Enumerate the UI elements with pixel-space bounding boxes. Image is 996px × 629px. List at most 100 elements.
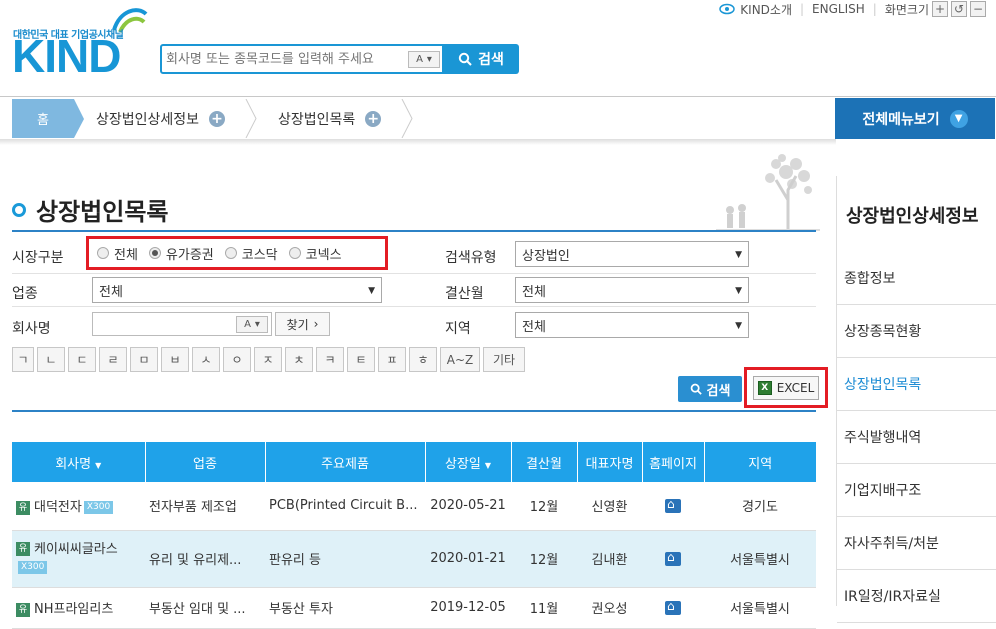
zoom-in-button[interactable]: + (932, 1, 948, 17)
plus-icon[interactable]: + (209, 110, 226, 127)
initial-filter-button[interactable]: ㅋ (316, 347, 344, 372)
initial-filter-button[interactable]: ㅊ (285, 347, 313, 372)
x300-badge: X300 (18, 560, 48, 574)
initial-filter-button[interactable]: ㄱ (12, 347, 34, 372)
company-name-label: 회사명 (12, 321, 51, 337)
breadcrumb-separator-icon (401, 99, 413, 138)
search-type-select[interactable]: 상장법인 ▼ (515, 241, 749, 267)
zoom-reset-button[interactable]: ↺ (951, 1, 967, 17)
company-name-link[interactable]: 케이씨씨글라스 (34, 542, 118, 557)
initial-filter-button[interactable]: ㅎ (409, 347, 437, 372)
col-region: 지역 (704, 442, 816, 482)
company-name-cell[interactable]: 유 대덕전자 X300 (12, 482, 145, 531)
col-company[interactable]: 회사명 ▼ (12, 442, 146, 482)
excel-download-button[interactable]: X EXCEL (753, 376, 819, 400)
chevron-down-icon: ▼ (949, 109, 968, 128)
homepage-cell (642, 482, 704, 531)
initial-filter-button[interactable]: ㄹ (99, 347, 127, 372)
breadcrumb-home[interactable]: 홈 (12, 99, 84, 138)
radio-icon[interactable] (97, 247, 109, 259)
initial-filter-button[interactable]: ㄴ (37, 347, 65, 372)
table-row[interactable]: 유 대덕전자 X300 전자부품 제조업 PCB(Printed Circuit B..… (12, 482, 816, 531)
sidebar-item[interactable]: 자사주취득/처분 (837, 517, 996, 570)
header-search-button[interactable]: 검색 (443, 44, 519, 74)
breadcrumb-item-detail[interactable]: 상장법인상세정보 + (96, 99, 226, 138)
market-radio-konex[interactable]: 코넥스 (288, 244, 342, 263)
zoom-out-button[interactable]: − (970, 1, 986, 17)
initial-filter-button[interactable]: ㅇ (223, 347, 251, 372)
home-icon[interactable] (665, 497, 681, 513)
kind-eye-icon (719, 3, 736, 15)
market-radio-kosdaq[interactable]: 코스닥 (224, 244, 278, 263)
home-icon[interactable] (665, 550, 681, 566)
market-radio-kospi[interactable]: 유가증권 (148, 244, 214, 263)
initial-filter-button[interactable]: ㅂ (161, 347, 189, 372)
find-button[interactable]: 찾기 › (275, 312, 330, 336)
initial-filter-button[interactable]: ㅅ (192, 347, 220, 372)
region-label: 지역 (445, 321, 471, 337)
fiscal-month-label: 결산월 (445, 286, 484, 302)
sidebar-item[interactable]: 주식발행내역 (837, 411, 996, 464)
home-icon[interactable] (665, 599, 681, 615)
about-link[interactable]: KIND소개 (740, 1, 792, 18)
fiscal-month-cell: 12월 (511, 482, 577, 531)
kospi-badge: 유 (16, 602, 30, 617)
market-radio-all[interactable]: 전체 (97, 244, 138, 263)
table-row[interactable]: 유 케이씨씨글라스 X300 유리 및 유리제... 판유리 등 2020-01-21 12… (12, 530, 816, 588)
form-bottom-line (12, 410, 816, 412)
title-bullet-icon (12, 202, 26, 217)
logo[interactable]: KIND (12, 33, 121, 79)
breadcrumb-item-list[interactable]: 상장법인목록 + (278, 99, 382, 138)
col-fiscal-month: 결산월 (511, 442, 578, 482)
search-button[interactable]: 검색 (678, 376, 742, 402)
company-name-input[interactable]: A ▾ (92, 312, 272, 336)
company-name-cell[interactable]: 유 NH프라임리츠 (12, 587, 145, 629)
header-search-a-toggle[interactable]: A ▾ (408, 51, 440, 68)
kospi-badge: 유 (16, 542, 30, 556)
region-cell: 경기도 (704, 482, 816, 531)
col-listing-date[interactable]: 상장일 ▼ (425, 442, 512, 482)
sidebar-item[interactable]: 상장법인목록 (837, 358, 996, 411)
col-industry: 업종 (145, 442, 266, 482)
region-select[interactable]: 전체 ▼ (515, 312, 749, 338)
company-name-cell[interactable]: 유 케이씨씨글라스 X300 (12, 530, 145, 588)
initial-filter-button[interactable]: ㅁ (130, 347, 158, 372)
company-name-link[interactable]: NH프라임리츠 (34, 602, 113, 617)
homepage-cell (642, 587, 704, 629)
table-row[interactable]: 유 NH프라임리츠 부동산 임대 및 ... 부동산 투자 2019-12-05 11월 권… (12, 587, 816, 629)
radio-checked-icon[interactable] (148, 247, 161, 259)
industry-select[interactable]: 전체 ▼ (92, 277, 382, 303)
sidebar: 상장법인상세정보 종합정보 상장종목현황 상장법인목록 주식발행내역 기업지배구조 자사주… (836, 176, 996, 623)
plus-icon[interactable]: + (365, 110, 382, 127)
chevron-right-icon: › (313, 317, 319, 331)
divider: | (872, 2, 877, 16)
sort-down-icon: ▼ (484, 460, 492, 470)
sidebar-item[interactable]: 상장종목현황 (837, 305, 996, 358)
initial-filter-button[interactable]: ㄷ (68, 347, 96, 372)
chevron-down-icon: ▼ (735, 321, 742, 331)
listing-date-cell: 2019-12-05 (425, 587, 511, 629)
company-name-link[interactable]: 대덕전자 (34, 500, 82, 515)
listing-date-cell: 2020-01-21 (425, 530, 511, 588)
radio-icon[interactable] (288, 247, 301, 259)
market-label: 시장구분 (12, 250, 64, 266)
product-cell: PCB(Printed Circuit B... (265, 482, 425, 531)
initial-filter-button[interactable]: 기타 (483, 347, 525, 372)
initial-filter-button[interactable]: ㅌ (347, 347, 375, 372)
english-link[interactable]: ENGLISH (812, 2, 865, 16)
fiscal-month-select[interactable]: 전체 ▼ (515, 277, 749, 303)
sidebar-item[interactable]: 종합정보 (837, 252, 996, 305)
all-menu-button[interactable]: 전체메뉴보기 ▼ (835, 98, 995, 139)
radio-icon[interactable] (224, 247, 237, 259)
region-cell: 서울특별시 (704, 530, 816, 588)
sidebar-item[interactable]: IR일정/IR자료실 (837, 570, 996, 623)
industry-cell: 유리 및 유리제... (145, 530, 265, 588)
col-homepage: 홈페이지 (642, 442, 705, 482)
company-table: 회사명 ▼ 업종 주요제품 상장일 ▼ 결산월 대표자명 홈페이지 지역 유 대덕전자… (12, 442, 816, 629)
initial-filter-button[interactable]: A~Z (440, 347, 480, 372)
sidebar-item[interactable]: 기업지배구조 (837, 464, 996, 517)
initial-filter-button[interactable]: ㅈ (254, 347, 282, 372)
company-a-toggle[interactable]: A ▾ (236, 316, 268, 333)
initial-filter-button[interactable]: ㅍ (378, 347, 406, 372)
header-search-input[interactable] (166, 48, 408, 70)
